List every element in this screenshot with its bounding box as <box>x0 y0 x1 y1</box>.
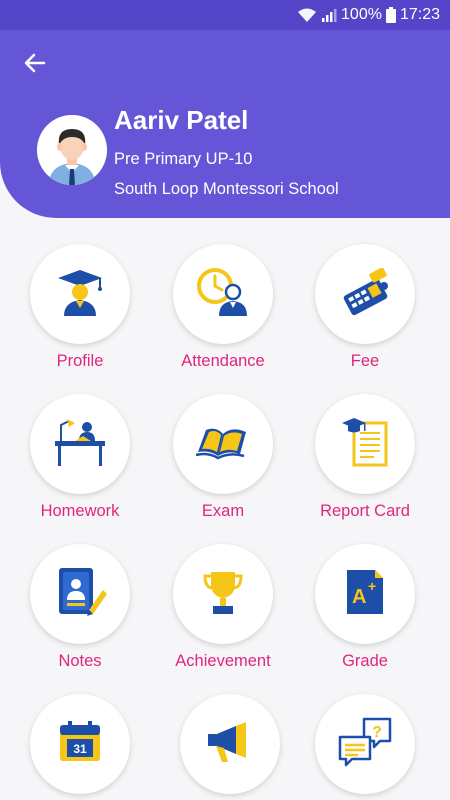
menu-item-announcement[interactable] <box>165 694 295 800</box>
menu-item-circle <box>30 544 130 644</box>
menu-item-label: Achievement <box>175 652 271 670</box>
chat-question-icon: ? <box>336 715 394 774</box>
menu-item-label: Notes <box>58 652 102 670</box>
menu-item-circle <box>173 394 273 494</box>
menu-item-circle <box>180 694 280 794</box>
menu-item-circle <box>173 544 273 644</box>
menu-item-label: Attendance <box>181 352 265 370</box>
report-card-icon <box>340 415 390 474</box>
clock-time: 17:23 <box>399 6 440 23</box>
student-name: Aariv Patel <box>114 105 249 135</box>
svg-text:?: ? <box>372 724 382 741</box>
svg-text:A: A <box>352 586 366 608</box>
menu-item-exam[interactable]: Exam <box>158 394 288 534</box>
menu-item-homework[interactable]: Homework <box>15 394 145 534</box>
menu-item-circle <box>315 244 415 344</box>
menu-item-label: Grade <box>342 652 388 670</box>
menu-item-label: Profile <box>56 352 104 370</box>
menu-item-circle: ? <box>315 694 415 794</box>
clock-person-icon <box>195 266 251 323</box>
calculator-icon <box>336 267 394 321</box>
signal-icon <box>321 7 337 23</box>
menu-item-grade[interactable]: A + Grade <box>300 544 430 684</box>
calendar-icon: 31 <box>57 719 103 770</box>
menu-item-notes[interactable]: Notes <box>15 544 145 684</box>
avatar <box>37 115 107 185</box>
graduate-icon <box>54 266 106 323</box>
menu-item-label: Report Card <box>320 502 410 520</box>
status-bar: 100% 17:23 <box>0 0 450 30</box>
battery-percent: 100% <box>341 6 382 23</box>
student-school: South Loop Montessori School <box>114 180 339 198</box>
menu-item-label: Exam <box>201 502 245 520</box>
calendar-day-number: 31 <box>73 742 87 756</box>
arrow-left-icon <box>23 51 47 80</box>
menu-item-attendance[interactable]: Attendance <box>158 244 288 384</box>
menu-item-circle <box>30 244 130 344</box>
grade-a-plus-icon: A + <box>343 566 387 623</box>
back-button[interactable] <box>18 48 52 82</box>
open-book-icon <box>194 422 252 467</box>
student-class: Pre Primary UP-10 <box>114 150 253 168</box>
menu-item-fee[interactable]: Fee <box>300 244 430 384</box>
menu-item-report-card[interactable]: Report Card <box>300 394 430 534</box>
menu-item-calendar[interactable]: 31 <box>15 694 145 800</box>
menu-item-label: Homework <box>40 502 120 520</box>
menu-item-inquiry[interactable]: ? <box>300 694 430 800</box>
notebook-pencil-icon <box>53 564 107 625</box>
status-icons: 100% 17:23 <box>297 6 440 24</box>
profile-header: Aariv Patel Pre Primary UP-10 South Loop… <box>0 30 450 218</box>
svg-text:+: + <box>368 578 376 594</box>
battery-icon <box>385 7 396 23</box>
study-desk-icon <box>51 417 109 472</box>
menu-item-profile[interactable]: Profile <box>15 244 145 384</box>
menu-item-circle <box>30 394 130 494</box>
menu-item-circle <box>173 244 273 344</box>
menu-item-achievement[interactable]: Achievement <box>158 544 288 684</box>
menu-item-circle: A + <box>315 544 415 644</box>
trophy-icon <box>201 568 245 621</box>
menu-item-circle <box>315 394 415 494</box>
wifi-icon <box>297 7 317 23</box>
megaphone-icon <box>206 720 254 769</box>
menu-item-circle: 31 <box>30 694 130 794</box>
menu-item-label: Fee <box>350 352 380 370</box>
